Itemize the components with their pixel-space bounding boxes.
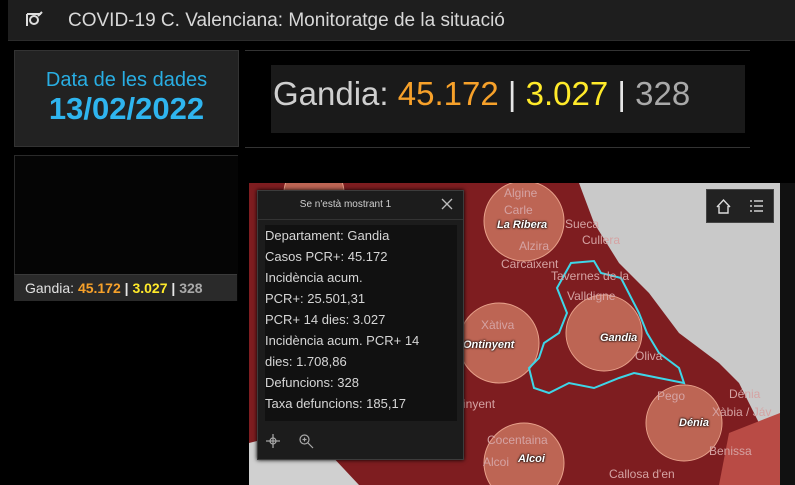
place-label: Valldigne xyxy=(567,289,616,303)
summary-card: Gandia: 45.172 | 3.027 | 328 xyxy=(245,50,750,148)
legend-button[interactable] xyxy=(740,190,773,222)
date-label: Data de les dades xyxy=(45,69,208,91)
home-icon xyxy=(716,198,731,214)
popup-header: Se n'està mostrant 1 xyxy=(258,191,463,220)
summary-deaths: 328 xyxy=(635,75,691,112)
popup-line: Incidència acum. PCR+ 14 xyxy=(265,333,420,348)
map-toolbar xyxy=(706,189,774,223)
list-item-cases: 45.172 xyxy=(77,280,121,296)
date-value: 13/02/2022 xyxy=(48,91,205,126)
place-label: Carle xyxy=(504,203,533,217)
place-label: Algine xyxy=(504,186,538,200)
summary-name: Gandia: xyxy=(273,75,389,112)
place-label: Alcoi xyxy=(483,455,510,469)
department-list-item[interactable]: Gandia: 45.172 | 3.027 | 328 xyxy=(14,274,237,301)
popup-line: PCR+: 25.501,31 xyxy=(265,291,366,306)
popup-line: PCR+ 14 dies: 3.027 xyxy=(265,312,386,327)
place-label: Sueca xyxy=(565,217,600,231)
place-label: Alzira xyxy=(519,239,550,253)
list-item-deaths: 328 xyxy=(179,280,203,296)
list-item-separator: | xyxy=(124,280,129,296)
place-label: Benissa xyxy=(709,444,752,458)
close-icon[interactable] xyxy=(439,196,455,212)
summary-cases14: 3.027 xyxy=(525,75,609,112)
popup-line: Defuncions: 328 xyxy=(265,375,359,390)
virus-logo-icon xyxy=(26,11,43,26)
summary-separator: | xyxy=(507,75,517,112)
place-label: inyent xyxy=(463,397,496,411)
page-title: COVID-19 C. Valenciana: Monitoratge de l… xyxy=(68,10,505,31)
list-icon xyxy=(750,200,763,212)
place-label: Xàbia / Jáv xyxy=(712,405,772,419)
dept-label-gandia: Gandia xyxy=(600,332,638,344)
zoom-to-icon[interactable] xyxy=(298,433,314,449)
popup-line: Departament: Gandia xyxy=(265,228,390,243)
place-label: Tavernes de la xyxy=(551,269,630,283)
list-item-row: Gandia: 45.172 | 3.027 | 328 xyxy=(25,280,203,296)
popup-line: Taxa defuncions: 185,17 xyxy=(265,396,406,411)
feature-popup: Se n'està mostrant 1 Departament: Gandia… xyxy=(257,190,464,460)
popup-content: Departament: Gandia Casos PCR+: 45.172 I… xyxy=(265,225,457,421)
place-label: Cullera xyxy=(582,233,621,247)
place-label: Cocentaina xyxy=(487,433,548,447)
dept-label-la-ribera: La Ribera xyxy=(497,219,548,231)
home-button[interactable] xyxy=(707,190,740,222)
list-item-separator: | xyxy=(171,280,176,296)
popup-line: Incidència acum. xyxy=(265,270,363,285)
place-label: Carcaixent xyxy=(501,257,559,271)
place-label: Oliva xyxy=(635,349,663,363)
place-label: Callosa d'en xyxy=(609,467,675,481)
summary-cases: 45.172 xyxy=(397,75,499,112)
place-label: Xàtiva xyxy=(481,318,515,332)
pan-icon[interactable] xyxy=(265,433,281,449)
popup-line: Casos PCR+: 45.172 xyxy=(265,249,388,264)
place-label: Dénia xyxy=(729,387,761,401)
popup-title: Se n'està mostrant 1 xyxy=(299,199,392,210)
dept-label-denia: Dénia xyxy=(679,417,709,429)
date-card: Data de les dades 13/02/2022 xyxy=(14,50,239,147)
place-label: Pego xyxy=(657,389,686,403)
dept-label-alcoi: Alcoi xyxy=(518,453,545,465)
scrollbar[interactable] xyxy=(780,183,795,485)
list-item-cases14: 3.027 xyxy=(132,280,168,296)
summary-row: Gandia: 45.172 | 3.027 | 328 xyxy=(273,75,690,113)
dept-label-ontinyent: Ontinyent xyxy=(463,339,515,351)
popup-footer xyxy=(258,425,463,459)
list-item-name: Gandia: xyxy=(25,280,75,296)
app-header: COVID-19 C. Valenciana: Monitoratge de l… xyxy=(8,0,795,41)
summary-separator: | xyxy=(617,75,626,112)
popup-line: dies: 1.708,86 xyxy=(265,354,347,369)
